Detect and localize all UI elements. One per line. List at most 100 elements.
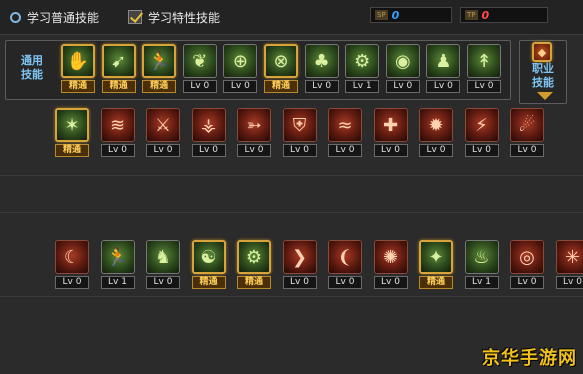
skill-level: Lv 0 xyxy=(510,144,544,157)
reach-icon[interactable]: ↟ xyxy=(467,44,501,78)
whirl-icon[interactable]: ✶ xyxy=(55,108,89,142)
skill-level: Lv 0 xyxy=(223,80,258,93)
divider xyxy=(0,296,583,297)
wave-icon[interactable]: ≈ xyxy=(328,108,362,142)
tab-normal-label: 学习普通技能 xyxy=(27,10,100,25)
flame-icon[interactable]: ♨ xyxy=(464,240,499,274)
skill-level: Lv 0 xyxy=(426,80,461,93)
pierce-icon[interactable]: ➳ xyxy=(237,108,271,142)
skill-slot[interactable]: ✋ 精通 xyxy=(61,44,95,94)
skill-slot[interactable]: 🏃 Lv 1 xyxy=(100,240,135,290)
shield-icon[interactable]: ⛨ xyxy=(282,108,317,142)
skill-slot[interactable]: ◎ Lv 0 xyxy=(510,240,544,290)
skill-slot[interactable]: ❯ Lv 0 xyxy=(282,240,317,290)
skill-slot[interactable]: ⚡ Lv 0 xyxy=(464,108,499,158)
dodge-icon[interactable]: 🏃 xyxy=(100,240,135,274)
skill-level: Lv 0 xyxy=(464,144,499,157)
watermark-text: 京华手游网 xyxy=(482,348,577,369)
skill-slot[interactable]: ➹ 精通 xyxy=(101,44,136,94)
skill-slot[interactable]: ⚔ Lv 0 xyxy=(146,108,180,158)
rend-icon[interactable]: ⚡ xyxy=(464,108,499,142)
skill-slot[interactable]: ↟ Lv 0 xyxy=(467,44,501,94)
skill-level: 精通 xyxy=(237,276,271,289)
skill-level: Lv 0 xyxy=(182,80,217,93)
crosshair-icon[interactable]: ⊗ xyxy=(264,44,298,78)
skill-level: Lv 0 xyxy=(385,80,420,93)
skill-slot[interactable]: ♣ Lv 0 xyxy=(304,44,339,94)
sp-tag: SP xyxy=(375,10,388,20)
tab-special-label: 学习特性技能 xyxy=(148,10,221,25)
tp-counter: TP 0 xyxy=(460,7,548,23)
crush-icon[interactable]: ✹ xyxy=(419,108,453,142)
skill-slot[interactable]: ❨ Lv 0 xyxy=(328,240,362,290)
run-icon[interactable]: 🏃 xyxy=(142,44,177,78)
skill-level: Lv 0 xyxy=(328,144,362,157)
spear-icon[interactable]: ⚶ xyxy=(191,108,226,142)
gesture-icon[interactable]: ✋ xyxy=(61,44,95,78)
skill-slot[interactable]: ≋ Lv 0 xyxy=(100,108,135,158)
skill-level: Lv 0 xyxy=(146,144,180,157)
wings-icon[interactable]: ❦ xyxy=(182,44,217,78)
skill-level: 精通 xyxy=(142,80,177,93)
radio-icon[interactable] xyxy=(10,11,21,23)
sparkle-icon[interactable]: ✦ xyxy=(419,240,453,274)
eye-icon[interactable]: ◉ xyxy=(385,44,420,78)
skill-level: Lv 0 xyxy=(237,144,271,157)
skill-slot[interactable]: ☄ Lv 0 xyxy=(510,108,544,158)
scratch-icon[interactable]: ☄ xyxy=(510,108,544,142)
spirit-icon[interactable]: ☯ xyxy=(191,240,226,274)
tab-normal-skills[interactable]: 学习普通技能 xyxy=(10,8,99,26)
sun-icon[interactable]: ✺ xyxy=(373,240,408,274)
skill-slot[interactable]: ⛨ Lv 0 xyxy=(282,108,317,158)
claw-icon[interactable]: ⚔ xyxy=(146,108,180,142)
skill-slot[interactable]: ✦ 精通 xyxy=(419,240,453,290)
skill-slot[interactable]: 🏃 精通 xyxy=(142,44,177,94)
curve-icon[interactable]: ❨ xyxy=(328,240,362,274)
skill-level: Lv 1 xyxy=(464,276,499,289)
skill-slot[interactable]: ✹ Lv 0 xyxy=(419,108,453,158)
skill-slot[interactable]: ⊕ Lv 0 xyxy=(223,44,258,94)
gear-shield-icon[interactable]: ⚙ xyxy=(345,44,380,78)
dash-icon[interactable]: ➹ xyxy=(101,44,136,78)
skill-level: Lv 0 xyxy=(467,80,501,93)
skill-slot[interactable]: ♨ Lv 1 xyxy=(464,240,499,290)
checkbox-icon[interactable] xyxy=(128,10,142,24)
skill-level: Lv 0 xyxy=(510,276,544,289)
skill-level: 精通 xyxy=(55,144,89,157)
expand-arrow-icon[interactable] xyxy=(537,92,553,100)
skill-slot[interactable]: ✶ 精通 xyxy=(55,108,89,158)
vortex-icon[interactable]: ◎ xyxy=(510,240,544,274)
skill-slot[interactable]: ⚙ Lv 1 xyxy=(345,44,380,94)
cross-icon[interactable]: ✚ xyxy=(373,108,408,142)
mushroom-icon[interactable]: ♣ xyxy=(304,44,339,78)
skill-slot[interactable]: ♞ Lv 0 xyxy=(146,240,180,290)
skill-slot[interactable]: ◉ Lv 0 xyxy=(385,44,420,94)
skill-slot[interactable]: ≈ Lv 0 xyxy=(328,108,362,158)
skill-slot[interactable]: ➳ Lv 0 xyxy=(237,108,271,158)
general-skills-label: 通用 技能 xyxy=(21,54,43,81)
skill-slot[interactable]: ⚙ 精通 xyxy=(237,240,271,290)
class-skill-emblem-icon: ◆ xyxy=(532,42,552,62)
arrow-slash-icon[interactable]: ❯ xyxy=(282,240,317,274)
target-icon[interactable]: ⊕ xyxy=(223,44,258,78)
skill-slot[interactable]: ❦ Lv 0 xyxy=(182,44,217,94)
skill-slot[interactable]: ♟ Lv 0 xyxy=(426,44,461,94)
skill-slot[interactable]: ☯ 精通 xyxy=(191,240,226,290)
tab-special-skills[interactable]: 学习特性技能 xyxy=(128,8,220,26)
skill-slot[interactable]: ☾ Lv 0 xyxy=(55,240,89,290)
tp-tag: TP xyxy=(465,10,478,20)
skill-slot[interactable]: ✺ Lv 0 xyxy=(373,240,408,290)
spider-icon[interactable]: ✳ xyxy=(555,240,583,274)
tp-value: 0 xyxy=(481,8,490,22)
skill-slot[interactable]: ⚶ Lv 0 xyxy=(191,108,226,158)
strength-icon[interactable]: ♟ xyxy=(426,44,461,78)
stance-icon[interactable]: ♞ xyxy=(146,240,180,274)
skill-slot[interactable]: ⊗ 精通 xyxy=(264,44,298,94)
sp-value: 0 xyxy=(391,8,400,22)
crescent-icon[interactable]: ☾ xyxy=(55,240,89,274)
skill-slot[interactable]: ✳ Lv 0 xyxy=(555,240,583,290)
triple-gear-icon[interactable]: ⚙ xyxy=(237,240,271,274)
slash-icon[interactable]: ≋ xyxy=(100,108,135,142)
skill-slot[interactable]: ✚ Lv 0 xyxy=(373,108,408,158)
sp-counter: SP 0 xyxy=(370,7,452,23)
